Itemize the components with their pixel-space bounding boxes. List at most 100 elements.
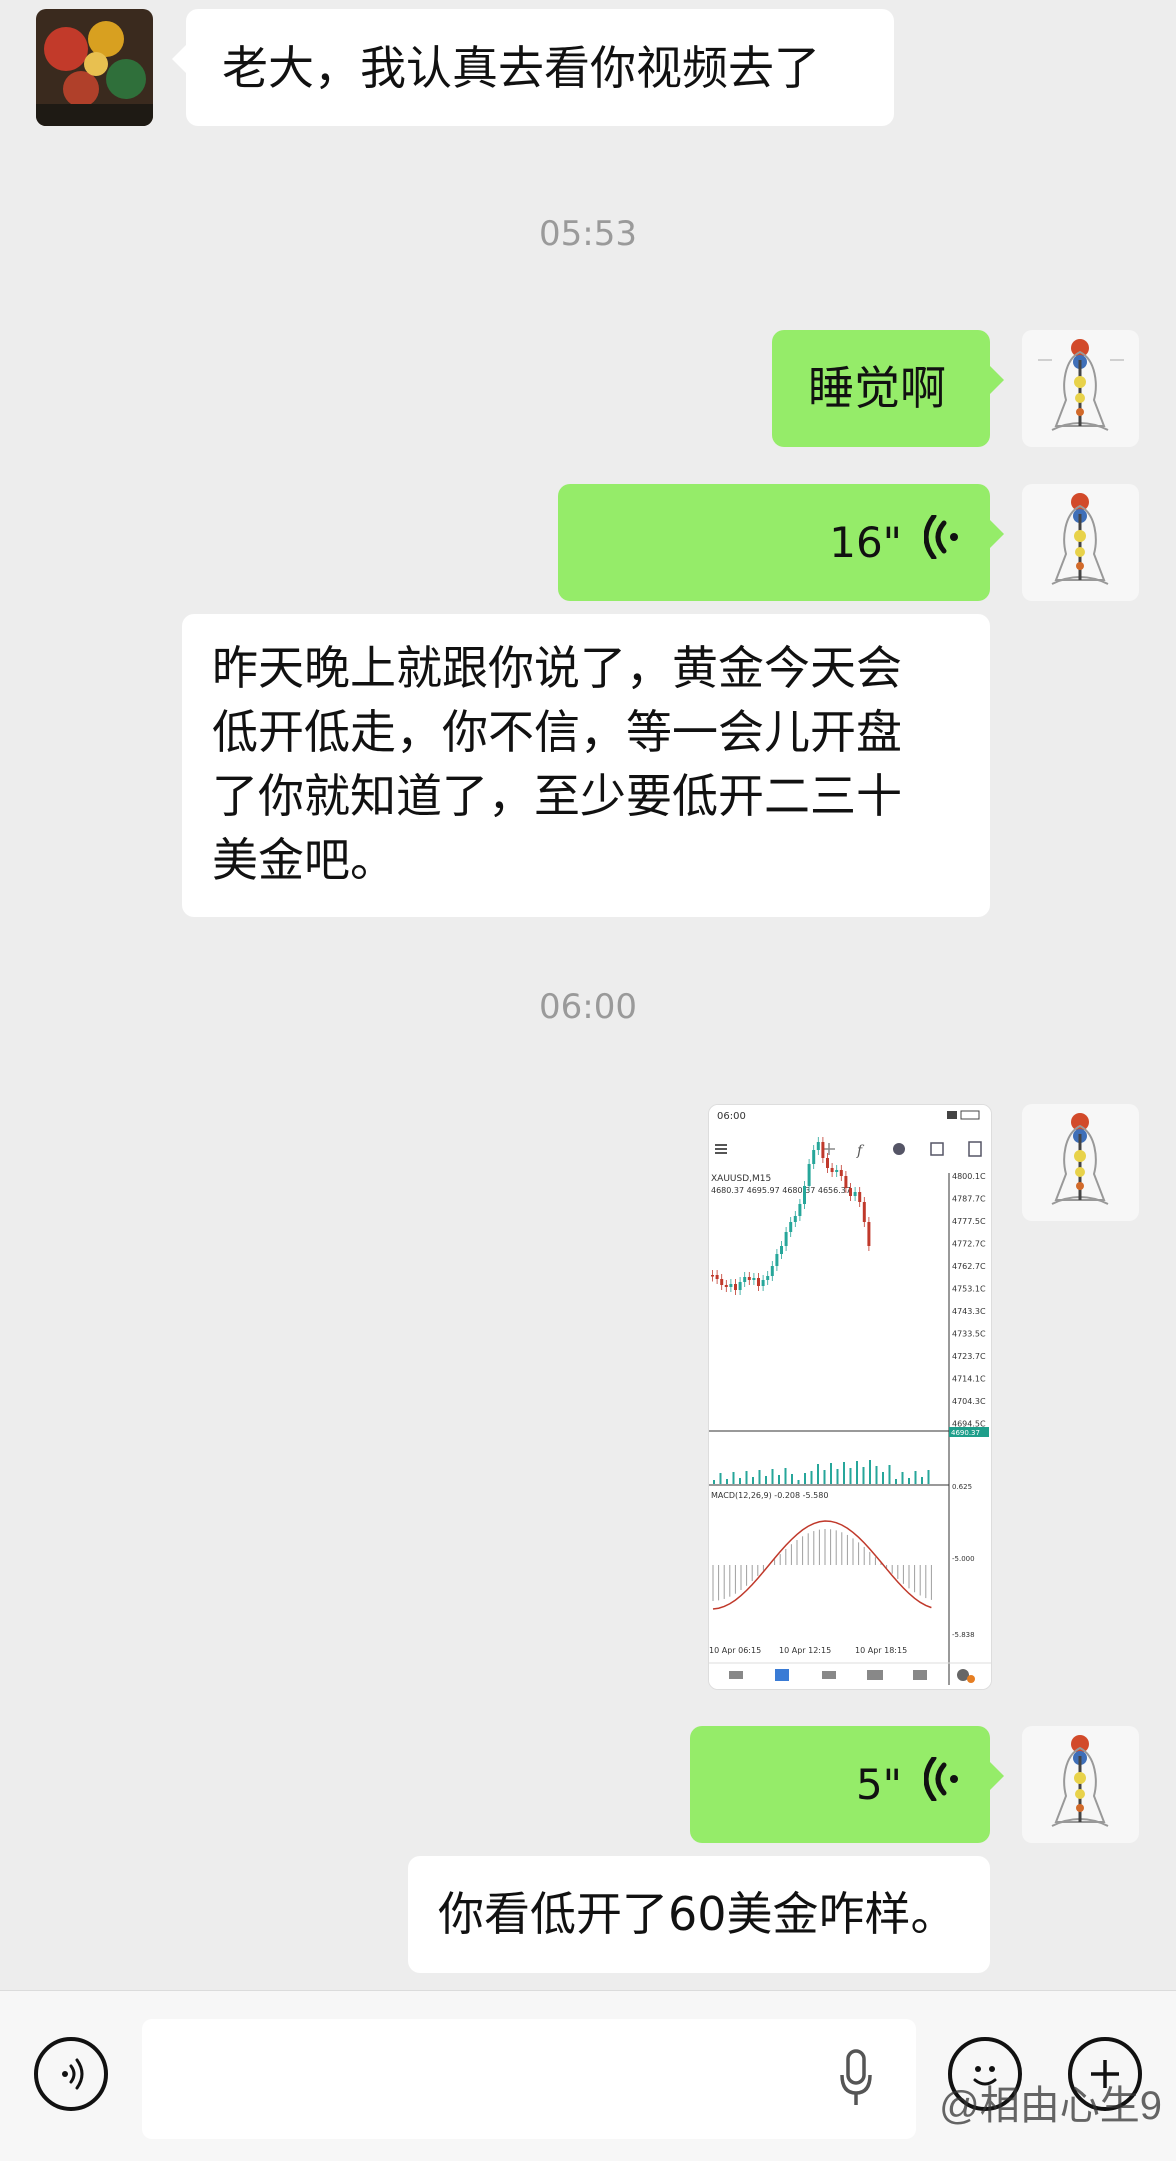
volume-bar <box>758 1470 761 1484</box>
my-avatar[interactable] <box>1022 330 1139 447</box>
candle-body <box>711 1275 714 1277</box>
voice-icon <box>62 2058 84 2090</box>
candle-body <box>812 1150 816 1164</box>
message-line: 了你就知道了，至少要低开二三十 <box>212 769 902 823</box>
price-tick: 4733.5C <box>952 1330 986 1339</box>
candle-body <box>780 1246 783 1254</box>
candle-body <box>738 1282 742 1290</box>
volume-bar <box>830 1463 832 1484</box>
candle-body <box>770 1266 774 1276</box>
voice-duration: 5" <box>855 1759 902 1809</box>
message-bubble-outgoing[interactable]: 睡觉啊 <box>772 330 1004 447</box>
price-tick: 4714.1C <box>952 1375 986 1384</box>
my-avatar[interactable] <box>1022 484 1139 601</box>
candle-body <box>803 1186 806 1204</box>
volume-bar <box>843 1462 845 1484</box>
chart-symbol: XAUUSD,M15 <box>711 1174 771 1184</box>
candle-body <box>793 1216 797 1222</box>
volume-bar <box>745 1471 748 1484</box>
candle-body <box>816 1142 820 1150</box>
candle-body <box>830 1168 834 1172</box>
chart-ohlc: 4680.37 4695.97 4680.37 4656.37 <box>711 1186 851 1195</box>
candle-body <box>734 1284 737 1290</box>
timestamp: 05:53 <box>539 214 637 254</box>
message-text: 睡觉啊 <box>808 361 946 415</box>
volume-bar <box>752 1477 754 1484</box>
message-bubble-long[interactable]: 昨天晚上就跟你说了，黄金今天会 低开低走，你不信，等一会儿开盘 了你就知道了，至… <box>182 614 990 917</box>
candle-body <box>798 1204 802 1216</box>
volume-bar <box>856 1461 858 1484</box>
candle-body <box>844 1176 848 1188</box>
price-tick: 4762.7C <box>952 1262 986 1271</box>
price-tick: 4723.7C <box>952 1352 986 1361</box>
volume-bar <box>771 1469 774 1484</box>
volume-bar <box>882 1472 884 1484</box>
message-line: 低开低走，你不信，等一会儿开盘 <box>212 705 902 759</box>
price-tick: 4772.7C <box>952 1240 986 1249</box>
message-text: 老大，我认真去看你视频去了 <box>222 41 820 95</box>
message-bubble-text[interactable]: 你看低开了60美金咋样。 <box>408 1856 990 1973</box>
volume-bar <box>713 1480 715 1484</box>
message-text: 你看低开了60美金咋样。 <box>438 1887 957 1941</box>
contact-avatar[interactable] <box>36 9 153 126</box>
candle-body <box>839 1170 843 1176</box>
candle-body <box>835 1170 839 1172</box>
time-tick: 10 Apr 06:15 <box>709 1646 761 1655</box>
candle-body <box>757 1278 760 1286</box>
voice-wave-icon <box>923 1753 960 1817</box>
candle-body <box>826 1158 829 1168</box>
volume-bar <box>927 1470 930 1484</box>
message-line: 昨天晚上就跟你说了，黄金今天会 <box>212 641 902 695</box>
input-bar: @相由心生9 <box>0 1990 1176 2161</box>
volume-bar <box>784 1468 787 1484</box>
my-avatar[interactable] <box>1022 1726 1139 1843</box>
candle-body <box>729 1284 733 1287</box>
volume-bar <box>875 1466 878 1484</box>
volume-bar <box>797 1480 800 1484</box>
svg-text:0.625: 0.625 <box>952 1483 972 1491</box>
chart-screenshot-image[interactable]: 06:00 f XAUUSD,M15 4680.37 4695.97 4680.… <box>708 1104 992 1690</box>
volume-bar <box>888 1465 891 1484</box>
volume-bar <box>895 1479 897 1484</box>
price-tick: 4743.3C <box>952 1307 986 1316</box>
candle-body <box>821 1142 825 1158</box>
volume-bar <box>719 1473 722 1484</box>
current-price-label: 4690.37 <box>951 1429 980 1437</box>
candle-body <box>752 1278 756 1280</box>
microphone-icon <box>840 2049 872 2105</box>
volume-bar <box>908 1478 910 1484</box>
candle-body <box>715 1275 719 1279</box>
volume-bar <box>778 1475 780 1484</box>
candle-body <box>747 1277 751 1280</box>
candle-body <box>761 1280 765 1286</box>
status-time: 06:00 <box>717 1111 746 1122</box>
volume-bar <box>765 1476 767 1484</box>
candle-body <box>724 1285 728 1287</box>
volume-bar <box>726 1479 728 1484</box>
price-tick: 4787.7C <box>952 1195 986 1204</box>
volume-bar <box>732 1472 735 1484</box>
price-tick: 4753.1C <box>952 1285 986 1294</box>
voice-message-outgoing[interactable]: 5" <box>690 1726 1004 1843</box>
candle-body <box>853 1192 857 1196</box>
message-input[interactable] <box>142 2019 916 2139</box>
voice-toggle-button[interactable] <box>34 2037 108 2111</box>
volume-bar <box>869 1460 871 1484</box>
candle-body <box>867 1222 871 1246</box>
volume-bar <box>836 1469 839 1484</box>
candle-body <box>789 1222 793 1232</box>
volume-bar <box>849 1468 852 1484</box>
voice-duration: 16" <box>829 517 902 567</box>
price-tick: 4800.1C <box>952 1172 986 1181</box>
volume-bar <box>901 1472 904 1484</box>
volume-bar <box>823 1470 826 1484</box>
time-tick: 10 Apr 18:15 <box>855 1646 907 1655</box>
candle-body <box>858 1192 862 1202</box>
message-bubble-incoming[interactable]: 老大，我认真去看你视频去了 <box>172 9 894 126</box>
my-avatar[interactable] <box>1022 1104 1139 1221</box>
voice-message-outgoing[interactable]: 16" <box>558 484 1004 601</box>
candle-body <box>862 1202 866 1222</box>
voice-wave-icon <box>923 511 960 575</box>
price-tick: 4777.5C <box>952 1217 986 1226</box>
timestamp: 06:00 <box>539 987 637 1027</box>
